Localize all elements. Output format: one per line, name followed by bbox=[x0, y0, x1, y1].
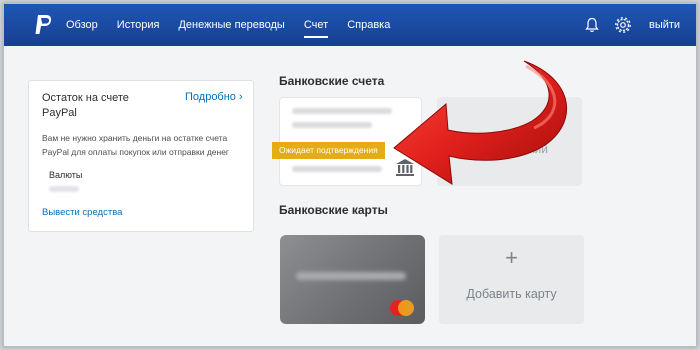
add-card-label: Добавить карту bbox=[466, 287, 557, 301]
nav-item-overview[interactable]: Обзор bbox=[66, 4, 98, 46]
nav-item-account[interactable]: Счет bbox=[303, 4, 329, 46]
logout-link[interactable]: выйти bbox=[649, 4, 680, 46]
card-number-redacted bbox=[296, 272, 406, 280]
currency-amount-redacted bbox=[49, 186, 79, 192]
main-nav: Обзор История Денежные переводы Счет Спр… bbox=[66, 4, 409, 46]
bank-cards-heading: Банковские карты bbox=[279, 203, 388, 217]
paypal-logo-icon[interactable] bbox=[34, 14, 54, 36]
balance-details-link[interactable]: Подробно › bbox=[185, 91, 243, 103]
currencies-label: Валюты bbox=[49, 170, 83, 180]
browser-frame: Обзор История Денежные переводы Счет Спр… bbox=[3, 3, 697, 347]
balance-card: Остаток на счете PayPal Подробно › Вам н… bbox=[28, 80, 254, 232]
bank-detail-redacted bbox=[292, 122, 372, 128]
add-card-button[interactable]: + Добавить карту bbox=[439, 235, 584, 324]
bank-accounts-heading: Банковские счета bbox=[279, 74, 385, 88]
nav-item-transfers[interactable]: Денежные переводы bbox=[178, 4, 284, 46]
mastercard-logo-icon bbox=[390, 300, 414, 316]
balance-description: Вам не нужно хранить деньги на остатке с… bbox=[42, 133, 230, 157]
linked-credit-card[interactable] bbox=[280, 235, 425, 324]
pending-confirmation-badge: Ожидает подтверждения bbox=[272, 142, 385, 159]
top-navigation-bar: Обзор История Денежные переводы Счет Спр… bbox=[4, 4, 696, 46]
withdraw-funds-link[interactable]: Вывести средства bbox=[42, 207, 122, 218]
nav-item-history[interactable]: История bbox=[117, 4, 160, 46]
account-number-redacted bbox=[292, 166, 382, 172]
balance-title: Остаток на счете PayPal bbox=[42, 92, 129, 119]
bell-icon[interactable] bbox=[584, 17, 600, 33]
add-card-plus-icon: + bbox=[505, 245, 518, 270]
red-curved-arrow-icon bbox=[393, 60, 568, 185]
gear-icon[interactable] bbox=[614, 16, 632, 34]
nav-item-help[interactable]: Справка bbox=[347, 4, 390, 46]
